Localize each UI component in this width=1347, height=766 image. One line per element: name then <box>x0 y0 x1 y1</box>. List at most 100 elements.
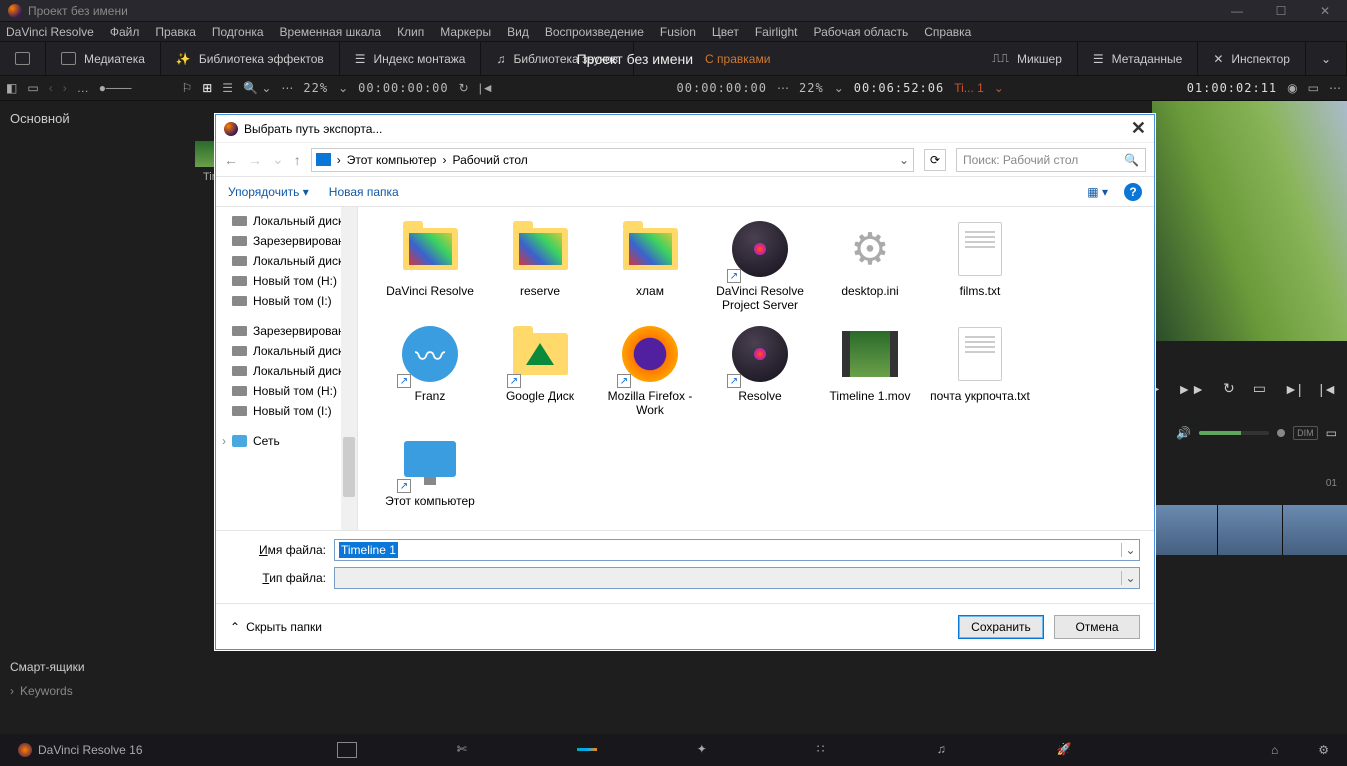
loop-icon[interactable]: ↻ <box>459 81 469 95</box>
monitor-toggle-icon[interactable]: ▭ <box>27 81 38 95</box>
search-icon[interactable]: 🔍 ⌄ <box>243 81 271 95</box>
file-item[interactable]: 〰↗Franz <box>378 322 482 417</box>
tree-scrollbar[interactable] <box>341 207 357 530</box>
menu-item[interactable]: Воспроизведение <box>545 25 644 39</box>
tree-item[interactable]: Локальный диск <box>216 341 357 361</box>
menu-item[interactable]: Маркеры <box>440 25 491 39</box>
menu-item[interactable]: Цвет <box>712 25 739 39</box>
file-item[interactable]: ↗DaVinci Resolve Project Server <box>708 217 812 312</box>
cut-page-icon[interactable]: ✄ <box>457 742 477 758</box>
file-item[interactable]: DaVinci Resolve <box>378 217 482 312</box>
more-icon[interactable]: ⋯ <box>281 81 293 95</box>
media-page-icon[interactable] <box>337 742 357 758</box>
settings-icon[interactable]: ▭ <box>1326 426 1337 440</box>
deliver-page-icon[interactable]: 🚀 <box>1057 742 1077 758</box>
chevron-down-icon[interactable]: ⌄ <box>834 81 844 95</box>
tree-item[interactable]: Новый том (H:) <box>216 271 357 291</box>
list-icon[interactable]: ☰ <box>222 81 233 95</box>
address-bar[interactable]: › Этот компьютер › Рабочий стол ⌄ <box>311 148 914 172</box>
menu-item[interactable]: Клип <box>397 25 424 39</box>
search-box[interactable]: Поиск: Рабочий стол 🔍 <box>956 148 1146 172</box>
file-item[interactable]: ↗Google Диск <box>488 322 592 417</box>
next-frame-icon[interactable]: ►► <box>1177 381 1205 397</box>
file-item[interactable]: Timeline 1.mov <box>818 322 922 417</box>
up-button[interactable]: ↑ <box>294 152 301 168</box>
refresh-button[interactable]: ⟳ <box>924 149 946 171</box>
timeline-thumbnails[interactable] <box>1152 505 1347 555</box>
menu-item[interactable]: Подгонка <box>212 25 264 39</box>
in-out-icon[interactable]: |◄ <box>479 81 494 95</box>
breadcrumb-pc[interactable]: Этот компьютер <box>347 153 437 167</box>
back-button[interactable]: ← <box>224 152 238 168</box>
tree-item[interactable]: Зарезервировано <box>216 321 357 341</box>
layout-toggle-icon[interactable]: ◧ <box>6 81 17 95</box>
file-item[interactable]: films.txt <box>928 217 1032 312</box>
dialog-close-button[interactable]: ✕ <box>1131 118 1146 139</box>
tree-item[interactable]: Новый том (I:) <box>216 401 357 421</box>
file-item[interactable]: ⚙desktop.ini <box>818 217 922 312</box>
settings-icon[interactable]: ⚙ <box>1318 743 1329 757</box>
tree-item[interactable]: Новый том (H:) <box>216 381 357 401</box>
tree-item[interactable]: Новый том (I:) <box>216 291 357 311</box>
prev-icon[interactable]: ‹ <box>49 81 53 95</box>
scrub-slider[interactable]: ●─── <box>99 81 132 95</box>
dim-button[interactable]: DIM <box>1293 426 1318 440</box>
new-folder-button[interactable]: Новая папка <box>329 185 399 199</box>
filename-input[interactable]: Timeline 1 ⌄ <box>334 539 1140 561</box>
fairlight-page-icon[interactable]: ♫ <box>937 742 957 758</box>
chevron-down-icon[interactable]: ⌄ <box>994 81 1004 95</box>
panel-tab-more[interactable]: ⌄ <box>1306 42 1347 75</box>
filetype-select[interactable]: ⌄ <box>334 567 1140 589</box>
tree-item[interactable]: Зарезервирован <box>216 231 357 251</box>
cancel-button[interactable]: Отмена <box>1054 615 1140 639</box>
options-icon[interactable]: ▭ <box>1308 81 1319 95</box>
tree-item[interactable]: Локальный диск <box>216 361 357 381</box>
bin-main[interactable]: Основной <box>0 101 190 136</box>
file-item[interactable]: reserve <box>488 217 592 312</box>
minimize-button[interactable]: — <box>1215 4 1259 18</box>
panel-tab-inspector[interactable]: ✕Инспектор <box>1198 42 1306 75</box>
file-item[interactable]: почта укрпочта.txt <box>928 322 1032 417</box>
grid-icon[interactable]: ⊞ <box>202 81 212 95</box>
chevron-down-icon[interactable]: ⌄ <box>338 81 348 95</box>
marker-icon[interactable]: ⚐ <box>181 81 192 95</box>
program-viewer[interactable] <box>1152 101 1347 341</box>
breadcrumb-folder[interactable]: Рабочий стол <box>452 153 527 167</box>
filename-dropdown[interactable]: ⌄ <box>1121 543 1139 557</box>
fusion-page-icon[interactable]: ✦ <box>697 742 717 758</box>
zoom-left[interactable]: 22% <box>303 81 328 95</box>
last-frame-icon[interactable]: |◄ <box>1320 381 1338 397</box>
close-button[interactable]: ✕ <box>1303 4 1347 18</box>
next-clip-icon[interactable]: ►| <box>1284 381 1302 397</box>
address-dropdown[interactable]: ⌄ <box>899 153 909 167</box>
menu-item[interactable]: Файл <box>110 25 140 39</box>
panel-tab-expand[interactable] <box>0 42 46 75</box>
panel-tab-edit-index[interactable]: ☰Индекс монтажа <box>340 42 482 75</box>
color-page-icon[interactable]: ∷ <box>817 742 837 758</box>
view-mode-button[interactable]: ▦ ▾ <box>1087 185 1108 199</box>
timeline-name[interactable]: Ti... 1 <box>954 81 984 95</box>
volume-slider[interactable] <box>1199 431 1269 435</box>
file-item[interactable]: хлам <box>598 217 702 312</box>
edit-page-icon[interactable] <box>577 748 597 751</box>
menu-item[interactable]: Правка <box>155 25 196 39</box>
help-button[interactable]: ? <box>1124 183 1142 201</box>
tree-item[interactable]: Локальный диск <box>216 211 357 231</box>
tree-item-network[interactable]: ›Сеть <box>216 431 357 451</box>
panel-tab-mixer[interactable]: ⎍⎍Микшер <box>977 42 1078 75</box>
panel-tab-media[interactable]: Медиатека <box>46 42 161 75</box>
hide-folders-toggle[interactable]: ⌃ Скрыть папки <box>230 620 322 634</box>
menu-item[interactable]: Fairlight <box>755 25 798 39</box>
next-icon[interactable]: › <box>63 81 67 95</box>
file-item[interactable]: ↗Этот компьютер <box>378 427 482 508</box>
file-item[interactable]: ↗Resolve <box>708 322 812 417</box>
keywords-bin[interactable]: ›Keywords <box>10 684 73 698</box>
tree-item[interactable]: Локальный диск <box>216 251 357 271</box>
smart-bins-header[interactable]: Смарт-ящики <box>10 660 85 674</box>
loop-icon[interactable]: ↻ <box>1223 380 1235 397</box>
filetype-dropdown[interactable]: ⌄ <box>1121 571 1139 585</box>
forward-button[interactable]: → <box>248 152 262 168</box>
zoom-right[interactable]: 22% <box>799 81 824 95</box>
maximize-button[interactable]: ☐ <box>1259 4 1303 18</box>
speaker-icon[interactable]: 🔊 <box>1176 426 1191 440</box>
